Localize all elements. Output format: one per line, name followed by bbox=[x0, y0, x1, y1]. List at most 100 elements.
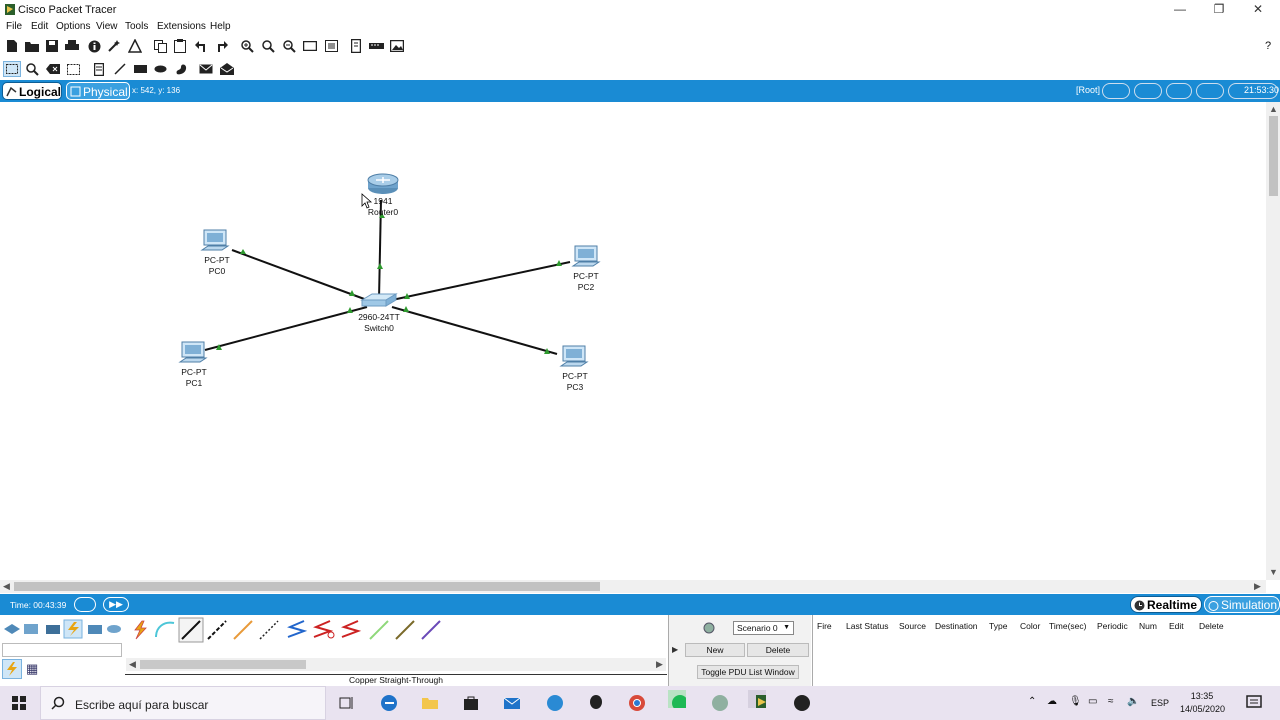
taskbar-search[interactable]: Escribe aquí para buscar bbox=[40, 686, 326, 720]
link-pc0-switch0[interactable] bbox=[231, 249, 368, 301]
phone-cable-icon[interactable] bbox=[259, 620, 279, 640]
spotify-icon[interactable] bbox=[668, 690, 686, 708]
wizard-icon[interactable] bbox=[106, 38, 122, 54]
pc-icon[interactable] bbox=[571, 245, 601, 267]
maximize-button[interactable]: ❐ bbox=[1199, 2, 1239, 18]
copy-icon[interactable] bbox=[152, 38, 168, 54]
menu-extensions[interactable]: Extensions bbox=[157, 21, 206, 32]
topology-canvas[interactable] bbox=[0, 102, 1266, 580]
new-scenario-button[interactable]: New bbox=[685, 643, 745, 657]
new-cluster-icon[interactable] bbox=[1166, 83, 1192, 99]
scenario-info-icon[interactable] bbox=[703, 622, 715, 634]
delete-tool-icon[interactable] bbox=[45, 61, 61, 77]
draw-rectangle-icon[interactable] bbox=[132, 61, 148, 77]
simulation-button[interactable]: Simulation bbox=[1204, 596, 1280, 613]
cluster-icon[interactable] bbox=[1134, 83, 1162, 99]
menu-file[interactable]: File bbox=[6, 21, 22, 32]
new-file-icon[interactable] bbox=[4, 38, 20, 54]
grid-subcategory-icon[interactable]: ▦ bbox=[26, 661, 40, 676]
end-devices-icon[interactable] bbox=[24, 624, 38, 634]
chrome-icon[interactable] bbox=[628, 694, 646, 712]
redo-icon[interactable] bbox=[214, 38, 230, 54]
device-template-icon[interactable] bbox=[368, 38, 384, 54]
device-search-field[interactable] bbox=[2, 643, 122, 657]
logical-workspace[interactable]: 1941 Router0 2960-24TT Switch0 PC-PT PC0… bbox=[0, 102, 1266, 580]
usb-cable-icon[interactable] bbox=[421, 620, 441, 640]
store-icon[interactable] bbox=[462, 694, 480, 712]
scroll-right-icon[interactable]: ▶ bbox=[1254, 581, 1261, 592]
pdu-icon[interactable] bbox=[348, 38, 364, 54]
conn-scroll-thumb[interactable] bbox=[140, 660, 306, 669]
delete-scenario-button[interactable]: Delete bbox=[747, 643, 809, 657]
menu-options[interactable]: Options bbox=[56, 21, 90, 32]
inspect-tool-icon[interactable] bbox=[24, 61, 40, 77]
select-tool-icon[interactable] bbox=[3, 61, 21, 77]
toggle-pdu-list-button[interactable]: Toggle PDU List Window bbox=[697, 665, 799, 679]
alien-app-icon[interactable] bbox=[587, 694, 605, 712]
menu-view[interactable]: View bbox=[96, 21, 118, 32]
scroll-up-icon[interactable]: ▲ bbox=[1269, 104, 1278, 114]
switch-icon[interactable] bbox=[360, 293, 398, 307]
tray-language[interactable]: ESP bbox=[1151, 698, 1169, 708]
coaxial-icon[interactable] bbox=[287, 620, 308, 638]
console-cable-icon[interactable] bbox=[155, 621, 175, 638]
link-pc2-switch0[interactable] bbox=[391, 261, 571, 301]
packet-tracer-taskbar-icon[interactable] bbox=[748, 690, 766, 708]
network-devices-icon[interactable] bbox=[4, 624, 20, 634]
undo-icon[interactable] bbox=[193, 38, 209, 54]
components-icon[interactable] bbox=[46, 625, 60, 634]
tab-physical[interactable]: Physical bbox=[66, 82, 130, 100]
vertical-scrollbar[interactable]: ▲ ▼ bbox=[1266, 102, 1280, 580]
freeform-icon[interactable] bbox=[173, 61, 189, 77]
tab-logical[interactable]: Logical bbox=[2, 82, 62, 100]
help-icon[interactable]: ? bbox=[1260, 38, 1276, 54]
conn-scroll-left-icon[interactable]: ◀ bbox=[129, 659, 136, 670]
back-icon[interactable] bbox=[1102, 83, 1130, 99]
pc-icon[interactable] bbox=[200, 229, 230, 251]
link-pc1-switch0[interactable] bbox=[204, 306, 368, 351]
place-note-icon[interactable] bbox=[91, 61, 107, 77]
router-icon[interactable] bbox=[367, 173, 399, 194]
copper-cross-over-icon[interactable] bbox=[207, 620, 227, 640]
menu-help[interactable]: Help bbox=[210, 21, 231, 32]
power-cycle-icon[interactable] bbox=[74, 597, 96, 612]
image-icon[interactable] bbox=[389, 38, 405, 54]
zoom-reset-icon[interactable] bbox=[260, 38, 276, 54]
realtime-button[interactable]: Realtime bbox=[1130, 596, 1202, 613]
notifications-icon[interactable] bbox=[1246, 694, 1264, 712]
multiuser-icon[interactable] bbox=[107, 625, 121, 633]
minimize-button[interactable]: — bbox=[1160, 2, 1200, 18]
tray-battery-icon[interactable]: ▭ bbox=[1088, 696, 1097, 707]
root-label[interactable]: [Root] bbox=[1076, 85, 1100, 95]
open-folder-icon[interactable] bbox=[24, 38, 40, 54]
windows-start-icon[interactable] bbox=[12, 696, 30, 714]
network-info-icon[interactable] bbox=[127, 38, 143, 54]
scenario-select[interactable]: Scenario 0 ▼ bbox=[733, 621, 794, 635]
vertical-scroll-thumb[interactable] bbox=[1269, 116, 1278, 196]
tray-volume-icon[interactable]: 🔈 bbox=[1127, 696, 1139, 707]
misc-icon[interactable] bbox=[88, 625, 102, 634]
zoom-in-icon[interactable] bbox=[239, 38, 255, 54]
drawing-palette-icon[interactable] bbox=[302, 38, 318, 54]
obs-icon[interactable] bbox=[793, 694, 811, 712]
file-explorer-icon[interactable] bbox=[421, 694, 439, 712]
copper-straight-through-icon[interactable] bbox=[178, 617, 204, 643]
save-icon[interactable] bbox=[44, 38, 60, 54]
scroll-down-icon[interactable]: ▼ bbox=[1269, 567, 1278, 577]
octal-cable-icon[interactable] bbox=[369, 620, 389, 640]
mail-icon[interactable] bbox=[503, 694, 521, 712]
menu-tools[interactable]: Tools bbox=[125, 21, 148, 32]
tray-cloud-icon[interactable]: ☁ bbox=[1047, 696, 1057, 707]
iot-custom-cable-icon[interactable] bbox=[395, 620, 415, 640]
add-complex-pdu-icon[interactable] bbox=[219, 61, 235, 77]
globe-app-icon[interactable] bbox=[711, 694, 729, 712]
move-object-icon[interactable] bbox=[1196, 83, 1224, 99]
expand-panel-icon[interactable]: ▶ bbox=[672, 645, 678, 654]
edge-browser-icon[interactable] bbox=[380, 694, 398, 712]
horizontal-scroll-thumb[interactable] bbox=[14, 582, 600, 591]
draw-line-icon[interactable] bbox=[112, 61, 128, 77]
auto-connection-icon[interactable] bbox=[134, 620, 147, 640]
fiber-icon[interactable] bbox=[233, 620, 253, 640]
menu-edit[interactable]: Edit bbox=[31, 21, 48, 32]
tray-wifi-icon[interactable]: ≈ bbox=[1108, 696, 1114, 707]
